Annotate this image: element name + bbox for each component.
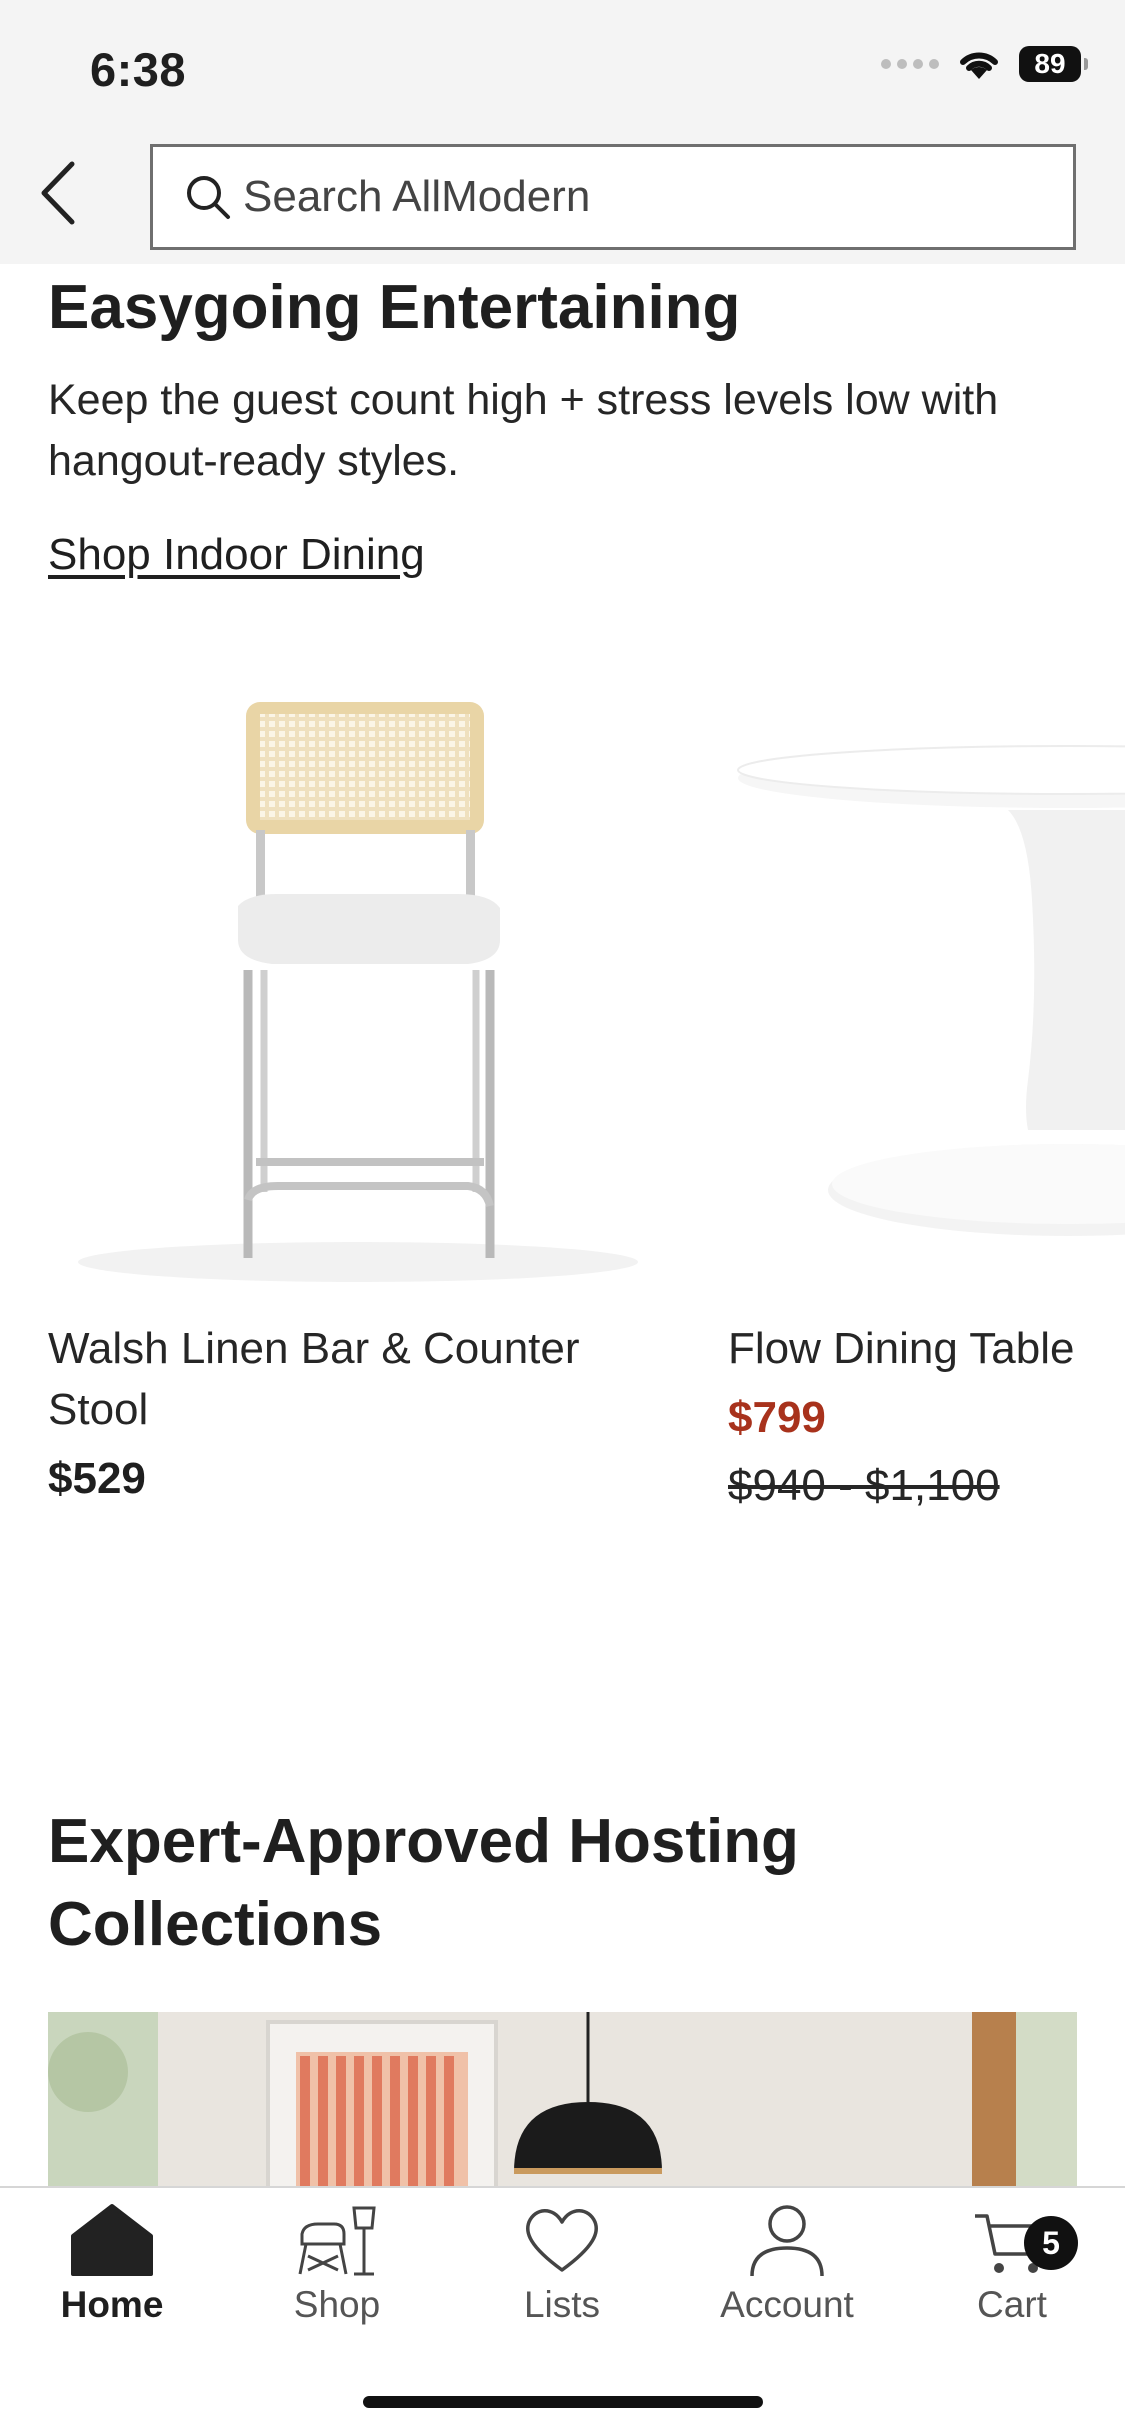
search-placeholder: Search AllModern [243, 172, 591, 221]
chevron-left-icon [41, 161, 75, 225]
tab-label: Account [720, 2284, 854, 2325]
tab-home[interactable]: Home [12, 2202, 212, 2326]
section-description: Keep the guest count high + stress level… [48, 376, 999, 485]
status-indicators: 89 [881, 46, 1088, 82]
product-image[interactable] [48, 640, 668, 1300]
collection-hero-image[interactable] [48, 2012, 1077, 2192]
product-card[interactable]: Walsh Linen Bar & Counter Stool $529 [48, 640, 668, 1504]
search-input[interactable]: Search AllModern [150, 144, 1076, 250]
product-price: $529 [48, 1454, 146, 1503]
hosting-collection-image [48, 2012, 1077, 2192]
tab-cart[interactable]: 5 Cart [912, 2202, 1112, 2326]
account-icon [750, 2205, 824, 2277]
product-card[interactable]: Flow Dining Table $799 $940 - $1,100 [728, 640, 1125, 1511]
tab-label: Cart [977, 2284, 1047, 2325]
home-indicator [363, 2396, 763, 2408]
battery-icon: 89 [1019, 46, 1088, 82]
cellular-signal-icon [881, 59, 939, 69]
shop-icon [298, 2206, 376, 2276]
cart-count-badge: 5 [1024, 2216, 1078, 2270]
dining-table-image [737, 745, 1125, 1236]
product-image[interactable] [728, 640, 1125, 1300]
heart-icon [526, 2209, 598, 2272]
tab-lists[interactable]: Lists [462, 2202, 662, 2326]
status-time: 6:38 [90, 43, 187, 96]
wifi-icon [960, 52, 998, 79]
section-title: Expert-Approved Hosting Collections [48, 1807, 799, 1959]
tab-label: Lists [523, 2284, 601, 2325]
tab-shop[interactable]: Shop [237, 2202, 437, 2326]
original-price: $940 - $1,100 [728, 1461, 1000, 1510]
sale-price: $799 [728, 1393, 826, 1442]
search-icon [187, 176, 230, 219]
shop-indoor-dining-link[interactable]: Shop Indoor Dining [48, 530, 425, 580]
top-header: 6:38 89 Search AllModern [0, 0, 1125, 264]
section-title: Easygoing Entertaining [48, 273, 741, 342]
back-button[interactable] [36, 158, 86, 228]
product-name[interactable]: Walsh Linen Bar & Counter Stool [48, 1318, 668, 1440]
app-screen: 6:38 89 Search AllModern Easygoing Enter… [0, 0, 1125, 2436]
tab-label: Home [60, 2284, 164, 2325]
product-name[interactable]: Flow Dining Table [728, 1318, 1125, 1379]
tab-label: Shop [293, 2284, 381, 2325]
bar-stool-image [78, 702, 638, 1282]
tab-account[interactable]: Account [687, 2202, 887, 2326]
home-icon [71, 2204, 153, 2276]
